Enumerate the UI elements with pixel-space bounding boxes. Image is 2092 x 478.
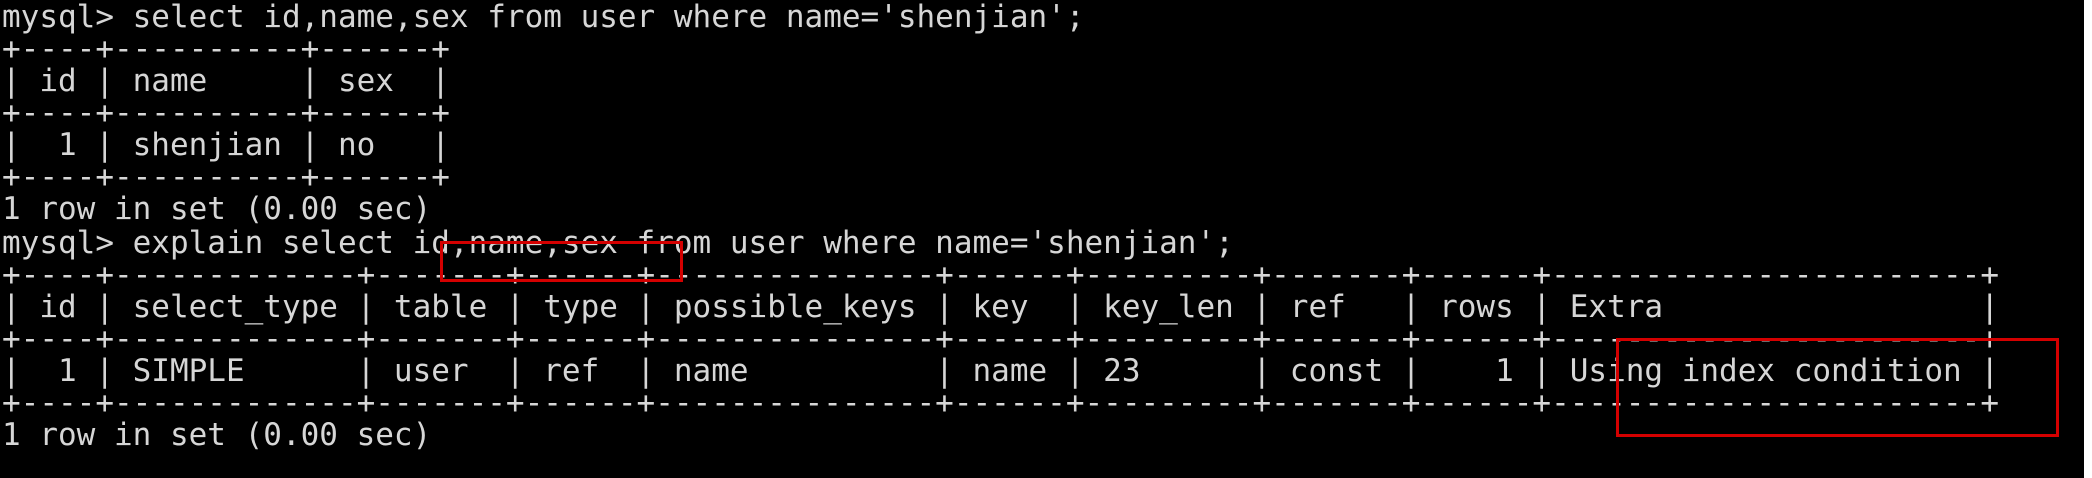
line-query-1: mysql> select id,name,sex from user wher… [2,0,1085,35]
result-1-border-top: +----+----------+------+ [2,31,450,67]
result-1-row: | 1 | shenjian | no | [2,127,450,163]
result-2-border-bottom: +----+-------------+-------+------+-----… [2,385,2000,421]
terminal-window: mysql> select id,name,sex from user wher… [0,0,2092,478]
mysql-console[interactable]: mysql> select id,name,sex from user wher… [0,0,2084,478]
line-query-2: mysql> explain select id,name,sex from u… [2,225,1234,261]
result-1-status: 1 row in set (0.00 sec) [2,191,432,227]
result-1-header: | id | name | sex | [2,63,450,99]
result-1-border-bottom: +----+----------+------+ [2,159,450,195]
result-2-border-mid: +----+-------------+-------+------+-----… [2,321,2000,357]
result-2-header: | id | select_type | table | type | poss… [2,289,2000,325]
result-2-status: 1 row in set (0.00 sec) [2,417,432,453]
result-2-border-top: +----+-------------+-------+------+-----… [2,257,2000,293]
result-2-row: | 1 | SIMPLE | user | ref | name | name … [2,353,2000,389]
result-1-border-mid: +----+----------+------+ [2,95,450,131]
